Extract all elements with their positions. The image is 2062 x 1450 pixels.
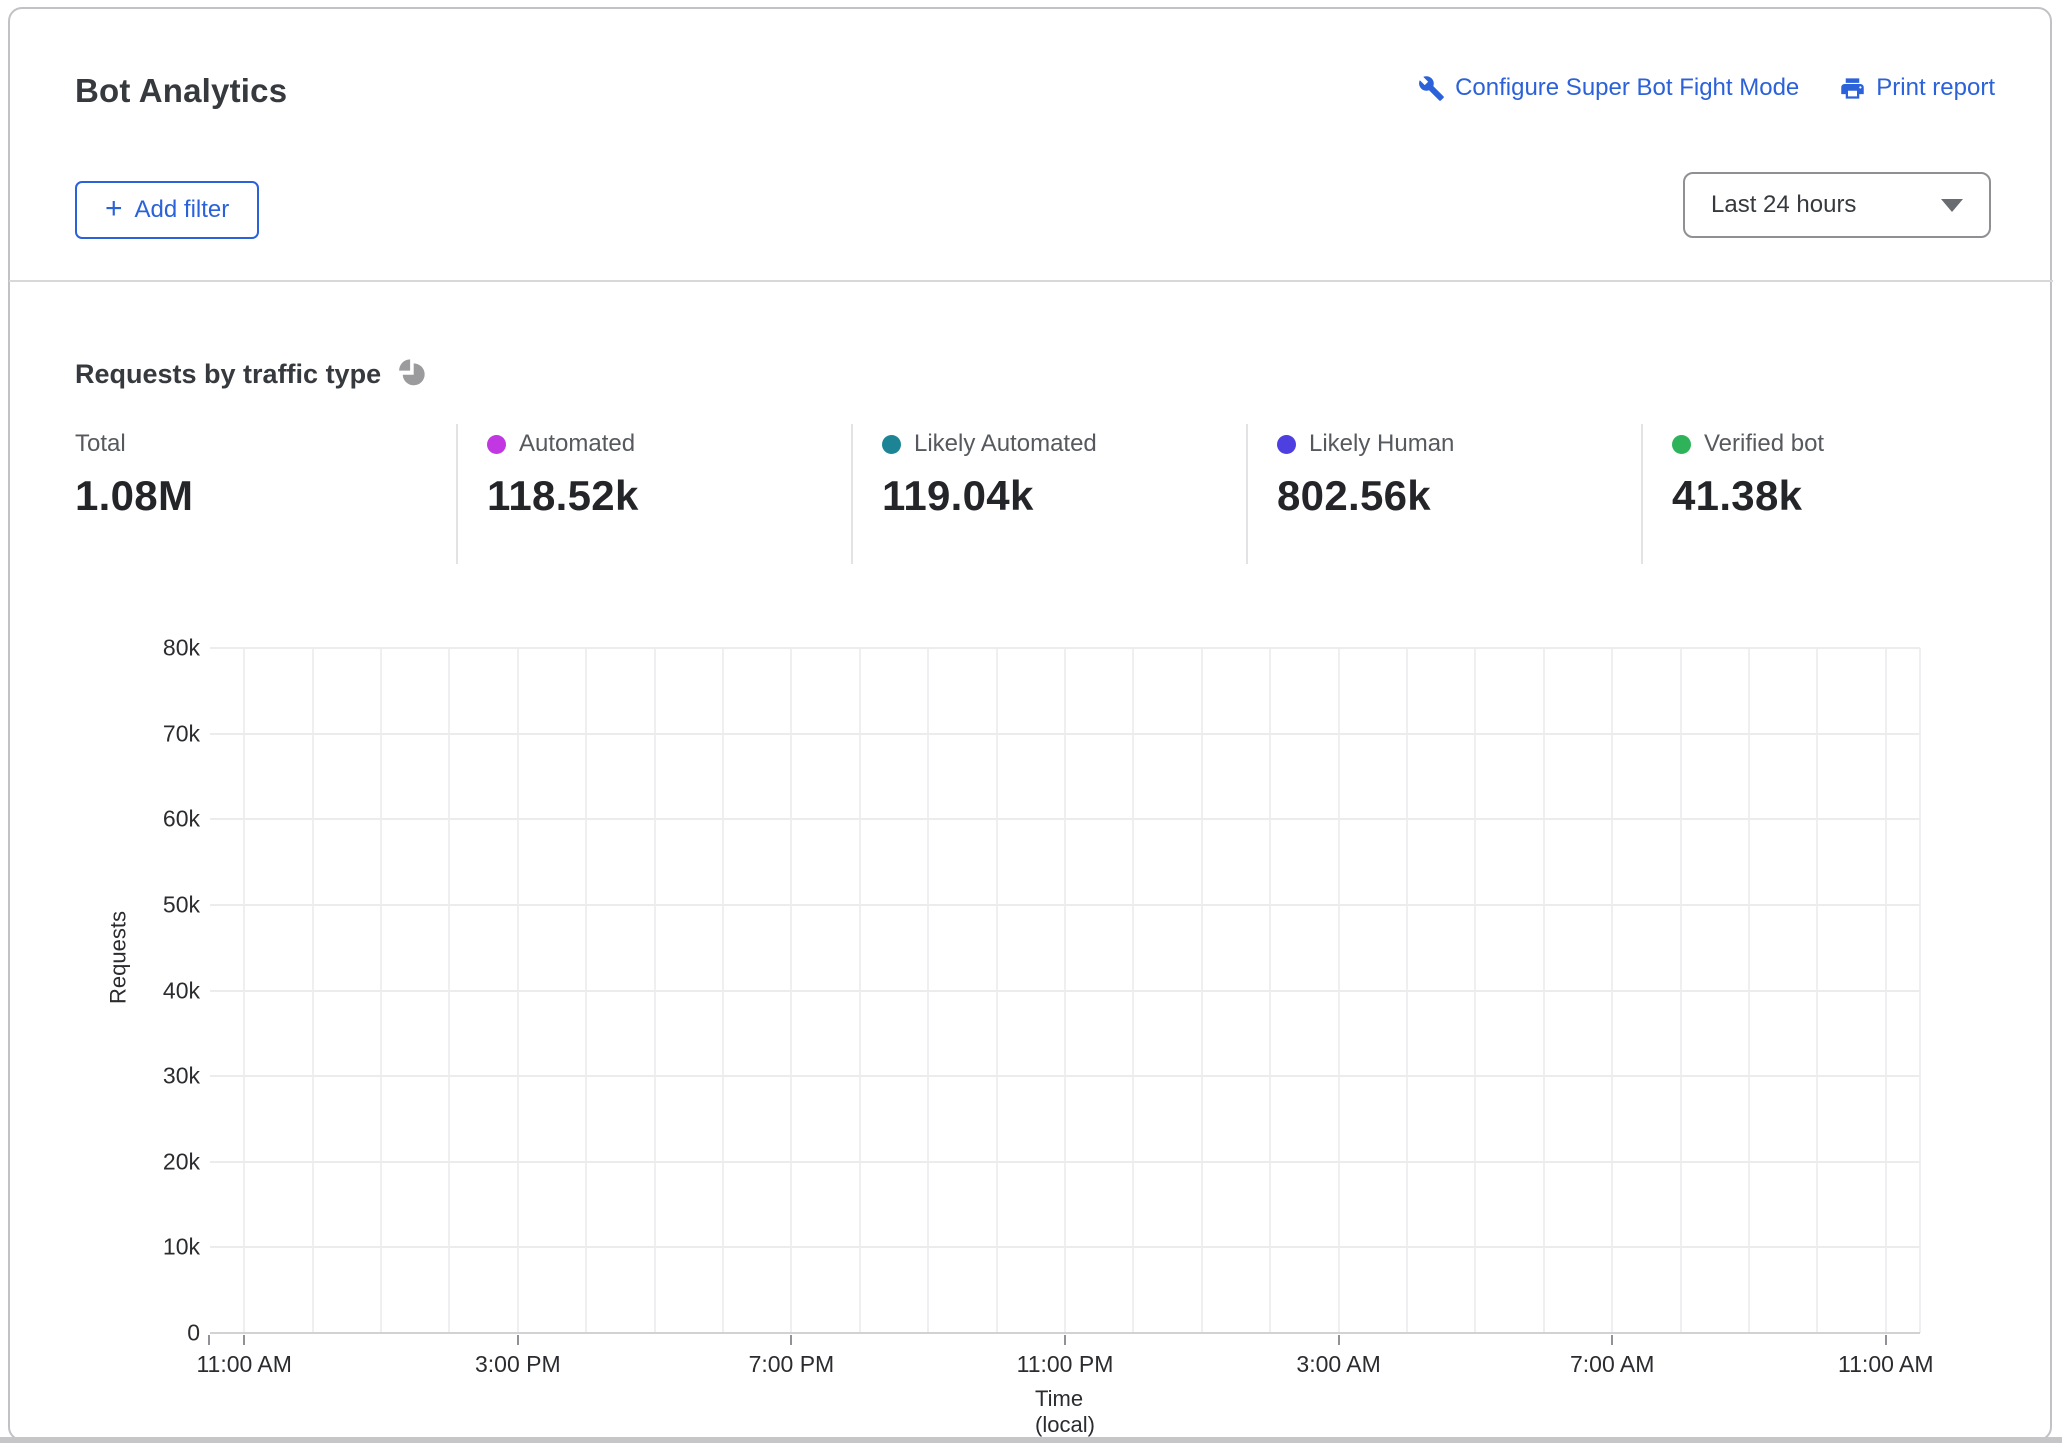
- section-title: Requests by traffic type: [75, 359, 381, 390]
- stat-value: 119.04k: [882, 472, 1097, 520]
- stat-label: Likely Human: [1309, 430, 1454, 458]
- horizontal-gridline: [210, 818, 1920, 820]
- page-title: Bot Analytics: [75, 72, 287, 110]
- horizontal-gridline: [210, 1075, 1920, 1077]
- horizontal-gridline: [210, 647, 1920, 649]
- x-axis-tick-mark: [1885, 1335, 1887, 1345]
- stat-likely-automated[interactable]: Likely Automated 119.04k: [882, 430, 1097, 520]
- stat-label: Automated: [519, 430, 635, 458]
- horizontal-gridline: [210, 1246, 1920, 1248]
- header-actions: Configure Super Bot Fight Mode Print rep…: [1418, 74, 1995, 102]
- horizontal-gridline: [210, 904, 1920, 906]
- print-report-link[interactable]: Print report: [1839, 74, 1995, 102]
- y-axis-tick-label: 70k: [110, 720, 200, 747]
- x-axis-tick-label: 3:00 PM: [475, 1351, 561, 1378]
- stats-row: Total 1.08M Automated 118.52k Likely Automat…: [0, 424, 2062, 569]
- x-axis-tick-label: 3:00 AM: [1296, 1351, 1380, 1378]
- horizontal-gridline: [210, 1161, 1920, 1163]
- bottom-section-divider: [0, 1437, 2062, 1443]
- y-axis-tick-label: 20k: [110, 1148, 200, 1175]
- configure-super-bot-fight-mode-link[interactable]: Configure Super Bot Fight Mode: [1418, 74, 1799, 102]
- x-axis-tick-label: 11:00 AM: [1838, 1351, 1933, 1378]
- stat-label: Verified bot: [1704, 430, 1824, 458]
- x-axis-origin-tick: [208, 1335, 210, 1345]
- wrench-icon: [1418, 75, 1445, 102]
- stat-likely-human[interactable]: Likely Human 802.56k: [1277, 430, 1454, 520]
- stat-divider: [456, 424, 458, 564]
- y-axis-tick-label: 10k: [110, 1234, 200, 1261]
- x-axis-tick-mark: [243, 1335, 245, 1345]
- stat-divider: [1641, 424, 1643, 564]
- stat-value: 41.38k: [1672, 472, 1824, 520]
- time-range-dropdown[interactable]: Last 24 hours: [1683, 172, 1991, 238]
- y-axis-tick-label: 80k: [110, 635, 200, 662]
- x-axis-tick-label: 11:00 PM: [1017, 1351, 1114, 1378]
- horizontal-gridline: [210, 733, 1920, 735]
- x-axis-tick-mark: [1611, 1335, 1613, 1345]
- pie-chart-icon: [397, 358, 428, 394]
- legend-dot-icon: [487, 435, 506, 454]
- time-range-value: Last 24 hours: [1711, 191, 1856, 219]
- stat-divider: [1246, 424, 1248, 564]
- stat-value: 802.56k: [1277, 472, 1454, 520]
- x-axis-line: [210, 1332, 1920, 1334]
- plus-icon: +: [105, 194, 123, 224]
- stat-value: 1.08M: [75, 472, 193, 520]
- header-divider: [9, 280, 2053, 282]
- legend-dot-icon: [1277, 435, 1296, 454]
- legend-dot-icon: [882, 435, 901, 454]
- y-axis-tick-label: 60k: [110, 806, 200, 833]
- configure-link-label: Configure Super Bot Fight Mode: [1455, 74, 1799, 102]
- stat-value: 118.52k: [487, 472, 639, 520]
- y-axis-tick-label: 0: [110, 1320, 200, 1347]
- horizontal-gridline: [210, 990, 1920, 992]
- chevron-down-icon: [1941, 199, 1963, 212]
- x-axis-tick-mark: [790, 1335, 792, 1345]
- x-axis-tick-label: 7:00 PM: [749, 1351, 835, 1378]
- stat-divider: [851, 424, 853, 564]
- stat-label: Total: [75, 430, 126, 458]
- stat-total: Total 1.08M: [75, 430, 193, 520]
- stat-verified-bot[interactable]: Verified bot 41.38k: [1672, 430, 1824, 520]
- add-filter-button[interactable]: + Add filter: [75, 181, 259, 239]
- add-filter-label: Add filter: [135, 196, 230, 224]
- printer-icon: [1839, 75, 1866, 102]
- x-axis-tick-mark: [1064, 1335, 1066, 1345]
- stat-automated[interactable]: Automated 118.52k: [487, 430, 639, 520]
- y-axis-title: Requests: [105, 911, 131, 1004]
- y-axis-tick-label: 30k: [110, 1063, 200, 1090]
- stat-label: Likely Automated: [914, 430, 1097, 458]
- x-axis-tick-mark: [1338, 1335, 1340, 1345]
- x-axis-tick-label: 11:00 AM: [196, 1351, 291, 1378]
- x-axis-tick-label: 7:00 AM: [1570, 1351, 1654, 1378]
- print-link-label: Print report: [1876, 74, 1995, 102]
- legend-dot-icon: [1672, 435, 1691, 454]
- x-axis-title: Time (local): [1035, 1386, 1095, 1438]
- x-axis-tick-mark: [517, 1335, 519, 1345]
